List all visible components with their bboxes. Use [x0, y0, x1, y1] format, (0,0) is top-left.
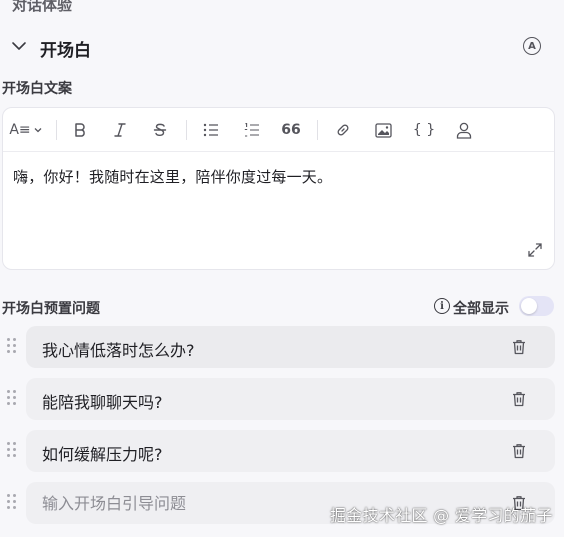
section-title: 对话体验 — [12, 0, 73, 14]
chevron-down-icon[interactable] — [10, 37, 28, 55]
show-all-label: 全部显示 — [453, 301, 509, 317]
question-text: 我心情低落时怎么办? — [42, 341, 195, 360]
question-item[interactable]: 我心情低落时怎么办? — [26, 326, 555, 368]
delete-icon[interactable] — [510, 390, 528, 408]
text-style-icon[interactable]: A≡ — [9, 119, 43, 141]
question-text: 能陪我聊聊天吗? — [42, 393, 163, 412]
delete-icon[interactable] — [510, 442, 528, 460]
numbered-list-icon[interactable] — [241, 119, 263, 141]
image-icon[interactable] — [372, 119, 394, 141]
question-item[interactable]: 能陪我聊聊天吗? — [26, 378, 555, 420]
italic-icon[interactable] — [109, 119, 131, 141]
drag-handle-icon[interactable] — [6, 337, 18, 355]
bold-icon[interactable] — [69, 119, 91, 141]
group-title: 开场白 — [40, 41, 91, 61]
code-braces-icon[interactable]: { } — [411, 119, 437, 141]
auto-badge-icon[interactable]: A — [523, 37, 541, 55]
bullet-list-icon[interactable] — [200, 119, 222, 141]
question-item[interactable]: 如何缓解压力呢? — [26, 430, 555, 472]
opening-copy-label: 开场白文案 — [2, 81, 72, 97]
editor-toolbar: A≡ 66 { } — [3, 108, 554, 152]
user-icon[interactable] — [453, 119, 475, 141]
toggle-knob — [521, 298, 537, 314]
info-icon[interactable]: i — [434, 298, 450, 314]
link-icon[interactable] — [332, 119, 354, 141]
rich-text-editor[interactable]: A≡ 66 { } 嗨，你好！我随时在这里，陪伴你度过每一天。 — [2, 107, 555, 270]
preset-question-row: 我心情低落时怎么办? — [0, 326, 564, 368]
drag-handle-icon[interactable] — [6, 389, 18, 407]
quote-icon[interactable]: 66 — [280, 119, 302, 141]
toolbar-divider — [317, 120, 318, 140]
delete-icon[interactable] — [510, 338, 528, 356]
drag-handle-icon[interactable] — [6, 441, 18, 459]
toolbar-divider — [186, 120, 187, 140]
preset-question-row: 能陪我聊聊天吗? — [0, 378, 564, 420]
strikethrough-icon[interactable] — [149, 119, 171, 141]
watermark: 掘金技术社区 @ 爱学习的茄子 — [330, 506, 553, 525]
expand-icon[interactable] — [527, 242, 543, 258]
toolbar-divider — [56, 120, 57, 140]
question-text: 如何缓解压力呢? — [42, 445, 163, 464]
preset-questions-label: 开场白预置问题 — [2, 301, 100, 317]
opening-group-header[interactable]: 开场白 A — [0, 30, 564, 64]
drag-handle-icon[interactable] — [6, 493, 18, 511]
preset-question-row: 如何缓解压力呢? — [0, 430, 564, 472]
editor-content[interactable]: 嗨，你好！我随时在这里，陪伴你度过每一天。 — [13, 166, 332, 187]
show-all-toggle[interactable] — [519, 296, 554, 316]
